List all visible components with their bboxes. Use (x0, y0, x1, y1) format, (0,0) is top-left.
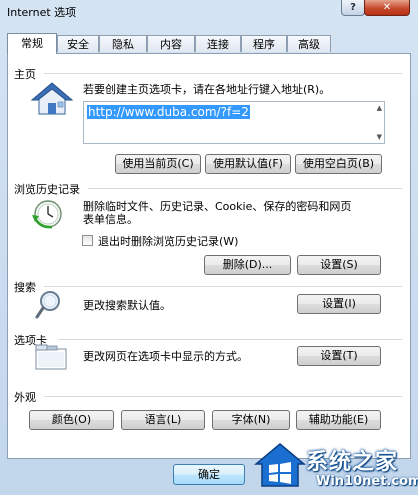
title-bar[interactable]: Internet 选项 ? ✕ (0, 0, 418, 22)
use-current-page-button[interactable]: 使用当前页(C) (115, 154, 201, 174)
history-description-line1: 删除临时文件、历史记录、Cookie、保存的密码和网页 (83, 200, 352, 213)
search-settings-button[interactable]: 设置(I) (297, 294, 381, 314)
window-title: Internet 选项 (7, 6, 77, 19)
use-default-button[interactable]: 使用默认值(F) (205, 154, 291, 174)
history-separator (88, 188, 402, 189)
tabs-settings-button[interactable]: 设置(T) (297, 346, 381, 366)
tab-advanced[interactable]: 高级 (287, 35, 331, 52)
tabs-separator (58, 339, 402, 340)
internet-options-window: Internet 选项 ? ✕ 常规 安全 隐私 内容 连接 程序 高级 主页 … (0, 0, 418, 495)
tab-privacy[interactable]: 隐私 (99, 35, 147, 52)
help-button[interactable]: ? (341, 0, 365, 16)
scroll-up-arrow-icon[interactable]: ▲ (377, 104, 382, 112)
home-page-url-textarea[interactable]: http://www.duba.com/?f=2 ▲ ▼ (83, 101, 385, 144)
history-section-label: 浏览历史记录 (14, 183, 80, 196)
general-tab-panel: 主页 若要创建主页选项卡，请在各地址行键入地址(R)。 http://www.d… (7, 53, 411, 459)
watermark-subtitle: Win10net.com (316, 474, 418, 489)
watermark-title: 系统之家 (306, 450, 399, 475)
use-blank-button[interactable]: 使用空白页(B) (295, 154, 382, 174)
close-button[interactable]: ✕ (364, 0, 410, 16)
history-clock-icon (32, 200, 62, 229)
fonts-button[interactable]: 字体(N) (212, 410, 290, 430)
delete-history-on-exit-label[interactable]: 退出时删除浏览历史记录(W) (98, 235, 238, 248)
tab-programs[interactable]: 程序 (241, 35, 287, 52)
tab-security[interactable]: 安全 (57, 35, 99, 52)
home-page-url-value: http://www.duba.com/?f=2 (87, 105, 250, 119)
watermark-logo-icon (254, 443, 306, 487)
search-separator (44, 286, 402, 287)
ok-button[interactable]: 确定 (173, 464, 245, 485)
watermark: 系统之家 Win10net.com (250, 436, 418, 495)
scroll-down-arrow-icon[interactable]: ▼ (377, 133, 382, 141)
delete-history-on-exit-checkbox[interactable] (82, 235, 93, 246)
home-icon (30, 82, 74, 115)
tabs-description: 更改网页在选项卡中显示的方式。 (83, 350, 248, 363)
tab-general[interactable]: 常规 (7, 33, 57, 54)
home-separator (44, 73, 402, 74)
appearance-separator (44, 396, 402, 397)
tab-connections[interactable]: 连接 (195, 35, 241, 52)
tabbed-window-icon (35, 344, 67, 370)
colors-button[interactable]: 颜色(O) (29, 410, 114, 430)
history-settings-button[interactable]: 设置(S) (297, 255, 381, 275)
languages-button[interactable]: 语言(L) (121, 410, 205, 430)
delete-history-button[interactable]: 删除(D)... (204, 255, 291, 275)
home-section-label: 主页 (14, 68, 36, 81)
search-section-label: 搜索 (14, 281, 36, 294)
home-description: 若要创建主页选项卡，请在各地址行键入地址(R)。 (83, 83, 331, 96)
accessibility-button[interactable]: 辅助功能(E) (296, 410, 381, 430)
search-magnifier-icon (35, 291, 60, 319)
tab-content[interactable]: 内容 (147, 35, 195, 52)
appearance-section-label: 外观 (14, 391, 36, 404)
search-description: 更改搜索默认值。 (83, 299, 171, 312)
history-description-line2: 表单信息。 (83, 213, 138, 226)
